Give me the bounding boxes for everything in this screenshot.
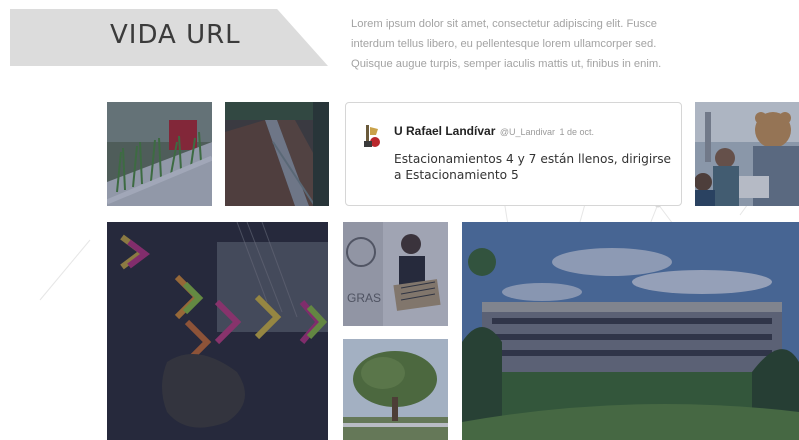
tweet-text: Estacionamientos 4 y 7 están llenos, dir…: [394, 152, 672, 182]
page-title: VIDA URL: [110, 20, 241, 50]
tweet-header: U Rafael Landívar @U_Landivar 1 de oct.: [394, 122, 594, 140]
photo-garden-beds[interactable]: [225, 102, 329, 206]
intro-paragraph: Lorem ipsum dolor sit amet, consectetur …: [351, 18, 662, 70]
photo-mosaic-art[interactable]: [107, 222, 328, 440]
university-logo-icon: [364, 125, 380, 147]
tweet-date[interactable]: 1 de oct.: [559, 127, 594, 137]
tweet-card[interactable]: U Rafael Landívar @U_Landivar 1 de oct. …: [345, 102, 682, 206]
photo-person-holding-sign[interactable]: GRAS: [343, 222, 448, 326]
photo-campus-building[interactable]: [462, 222, 799, 440]
photo-tree[interactable]: [343, 339, 448, 440]
photo-seedlings[interactable]: [107, 102, 212, 206]
tweet-handle[interactable]: @U_Landivar: [500, 127, 555, 137]
photo-people-mascot[interactable]: [695, 102, 799, 206]
tweet-author-name[interactable]: U Rafael Landívar: [394, 124, 495, 138]
svg-text:GRAS: GRAS: [347, 291, 381, 305]
